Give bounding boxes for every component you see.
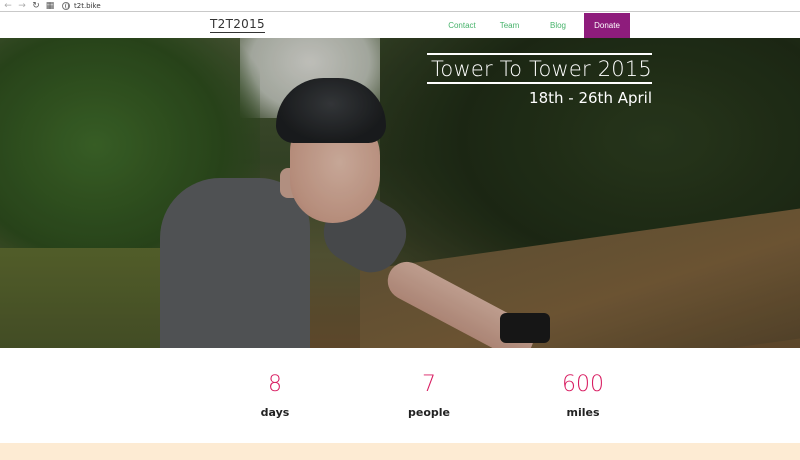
forward-button[interactable]: → <box>16 0 28 12</box>
hero-overlay <box>0 38 800 348</box>
nav-contact-link[interactable]: Contact <box>437 13 487 38</box>
stat-people-value: 7 <box>422 372 436 397</box>
back-button[interactable]: ← <box>2 0 14 12</box>
stat-days: 8 days <box>215 372 335 419</box>
site-logo[interactable]: T2T2015 <box>210 18 265 33</box>
nav-team-link[interactable]: Team <box>487 13 532 38</box>
apps-grid-icon: ▦ <box>45 0 55 11</box>
hero-dates: 18th - 26th April <box>529 89 652 107</box>
stat-people-label: people <box>408 406 450 419</box>
stat-miles-label: miles <box>566 406 600 419</box>
main-nav: Contact Team Blog Donate <box>437 13 630 38</box>
hero-title: Tower To Tower 2015 <box>427 53 652 84</box>
globe-icon <box>62 1 70 10</box>
stat-miles-value: 600 <box>562 372 604 397</box>
stat-people: 7 people <box>369 372 489 419</box>
arrow-right-icon: → <box>18 0 26 11</box>
stats-section: 8 days 7 people 600 miles <box>0 348 800 443</box>
donate-button[interactable]: Donate <box>584 13 630 38</box>
nav-blog-link[interactable]: Blog <box>534 13 582 38</box>
reload-icon: ↻ <box>32 0 40 11</box>
hero-title-text: Tower To Tower 2015 <box>430 57 652 81</box>
url-text: t2t.bike <box>74 1 101 10</box>
stat-days-label: days <box>260 406 290 419</box>
address-bar[interactable]: t2t.bike <box>62 1 101 10</box>
browser-toolbar: ← → ↻ ▦ t2t.bike <box>0 0 800 12</box>
stat-miles: 600 miles <box>523 372 643 419</box>
stat-days-value: 8 <box>268 372 282 397</box>
next-section-band <box>0 443 800 460</box>
hero-banner: Tower To Tower 2015 18th - 26th April <box>0 38 800 348</box>
arrow-left-icon: ← <box>4 0 12 11</box>
site-header: T2T2015 Contact Team Blog Donate <box>0 13 800 38</box>
reload-button[interactable]: ↻ <box>30 0 42 12</box>
apps-button[interactable]: ▦ <box>44 0 56 12</box>
